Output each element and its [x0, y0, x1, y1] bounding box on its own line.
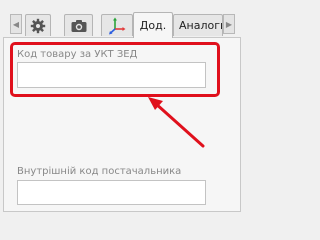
tab-additional-label: Дод. — [139, 19, 167, 32]
supplier-code-input[interactable] — [17, 180, 206, 205]
supplier-code-label: Внутрішній код постачальника — [17, 166, 182, 177]
tab-additional[interactable]: Дод. — [133, 12, 173, 38]
